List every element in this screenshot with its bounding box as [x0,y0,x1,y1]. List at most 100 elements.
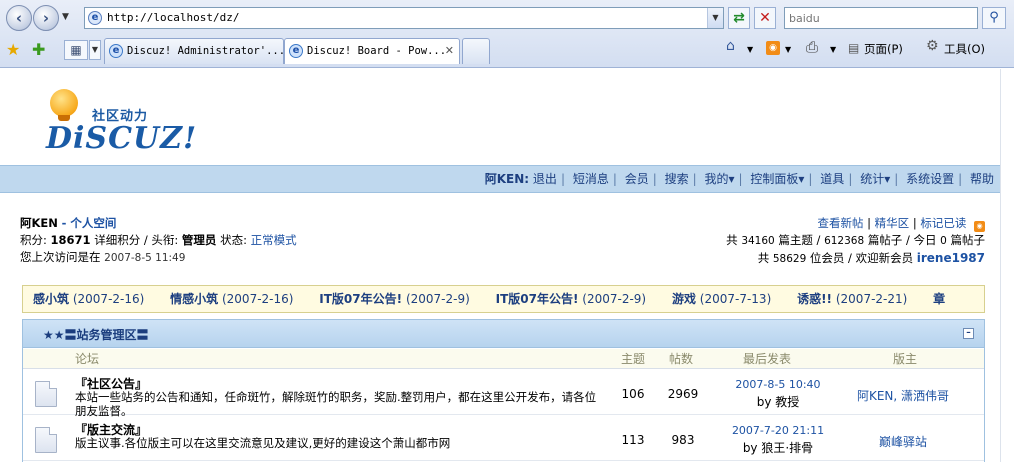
tools-menu[interactable]: 工具(O) [944,41,985,57]
quick-tabs-icon[interactable]: ▦ [64,40,88,60]
col-forum-header: 论坛 [75,352,100,366]
forum-topic-count: 113 [621,433,645,447]
top-navigation: 阿KEN: 退出 | 短消息 | 会员 | 搜索 | 我的▾ | 控制面板▾ | 道具 | 统… [0,165,1000,193]
refresh-icon[interactable]: ⇄ [728,7,750,29]
col-last-post-header: 最后发表 [743,352,792,366]
ie-page-icon: e [109,44,123,58]
digest-link[interactable]: 精华区 [875,216,910,230]
home-dropdown-icon[interactable]: ▼ [747,45,753,54]
nav-system-settings[interactable]: 系统设置 [906,172,954,186]
announcement-item[interactable]: IT版07年公告! (2007-2-9) [319,286,470,312]
add-favorite-icon[interactable]: ✚ [32,40,45,59]
page-menu[interactable]: 页面(P) [864,41,903,57]
category-header: ★★〓站务管理区〓 – [23,320,984,348]
title-label: / 头衔: [143,233,179,247]
today-label: 篇帖子 [950,233,986,247]
announcement-item[interactable]: 游戏 (2007-7-13) [672,286,771,312]
favorites-star-icon[interactable]: ★ [6,40,20,59]
search-input[interactable] [784,7,978,29]
moderator-links[interactable]: 巅峰驿站 [843,433,963,450]
print-dropdown-icon[interactable]: ▼ [830,45,836,54]
forum-row: 『版主交流』 版主议事.各位版主可以在这里交流意见及建议,更好的建设这个萧山都市… [23,417,984,461]
last-visit-time: 2007-8-5 11:49 [104,252,186,264]
by-label: by [742,441,758,455]
announcement-item[interactable]: 章 [933,286,945,312]
nav-props[interactable]: 道具 [820,172,844,186]
last-post-time-link[interactable]: 2007-8-5 10:40 [713,378,843,391]
col-posts-header: 帖数 [669,352,694,366]
rss-icon[interactable]: ◉ [974,221,985,232]
credits-detail-link[interactable]: 详细积分 [94,233,140,247]
nav-messages[interactable]: 短消息 [573,172,609,186]
page-content: 社区动力 DiSCUZ! 阿KEN: 退出 | 短消息 | 会员 | 搜索 | 我的▾ |… [0,69,1014,462]
mark-read-link[interactable]: 标记已读 [920,216,966,230]
last-post-author: by 狼王·排骨 [713,439,843,456]
forum-status-icon [35,381,57,407]
announcement-item[interactable]: 感小筑 (2007-2-16) [33,286,144,312]
nav-help[interactable]: 帮助 [970,172,994,186]
address-bar[interactable]: e http://localhost/dz/ ▼ [84,7,724,29]
page-icon: e [88,11,102,25]
collapse-icon[interactable]: – [963,328,974,339]
forum-post-count: 983 [671,433,695,447]
member-count: 58629 [772,253,807,265]
home-icon[interactable]: ⌂ [726,38,735,54]
topic-count: 34160 [741,235,775,247]
announcement-item[interactable]: 情感小筑 (2007-2-16) [170,286,293,312]
stop-icon[interactable]: ✕ [754,7,776,29]
nav-my[interactable]: 我的▾ [704,172,734,186]
status-mode-link[interactable]: 正常模式 [251,233,297,247]
credits-value: 18671 [50,233,91,247]
history-dropdown-icon[interactable]: ▼ [62,12,69,22]
total-prefix: 共 [726,233,738,247]
forum-category-block: ★★〓站务管理区〓 – 论坛 主题 帖数 最后发表 版主 『社区公告』 本站一些… [22,319,985,462]
rss-dropdown-icon[interactable]: ▼ [785,45,791,54]
nav-control-panel[interactable]: 控制面板▾ [750,172,804,186]
personal-space-link[interactable]: - 个人空间 [62,216,117,230]
title-value: 管理员 [181,233,217,247]
col-topics-header: 主题 [621,352,646,366]
tab-admin[interactable]: e Discuz! Administrator'... [104,38,284,64]
tab-list-dropdown-icon[interactable]: ▼ [89,40,101,60]
discuz-logo[interactable]: 社区动力 DiSCUZ! [44,87,196,159]
forum-topic-count: 106 [621,387,645,401]
col-moderators-header: 版主 [893,352,918,366]
tab-board[interactable]: e Discuz! Board - Pow... ✕ [284,38,460,64]
address-url[interactable]: http://localhost/dz/ [107,11,239,24]
view-new-posts-link[interactable]: 查看新帖 [817,216,863,230]
search-icon[interactable]: ⚲ [982,7,1006,29]
tab-label: Discuz! Administrator'... [127,45,284,57]
nav-search[interactable]: 搜索 [665,172,689,186]
announcement-item[interactable]: IT版07年公告! (2007-2-9) [496,286,647,312]
tab-label: Discuz! Board - Pow... [307,45,447,57]
nav-logout[interactable]: 退出 [533,172,557,186]
last-post-user-link[interactable]: 教授 [775,395,799,409]
address-dropdown-icon[interactable]: ▼ [707,8,723,28]
user-panel: 阿KEN - 个人空间 积分: 18671 详细积分 / 头衔: 管理员 状态:… [20,215,440,267]
ie-page-icon: e [289,44,303,58]
nav-stats[interactable]: 统计▾ [860,172,890,186]
forum-row: 『社区公告』 本站一些站务的公告和通知，任命斑竹，解除斑竹的职务，奖励.整罚用户… [23,371,984,418]
vertical-scrollbar[interactable] [1000,69,1014,462]
gear-icon: ⚙ [926,38,939,54]
last-post-user-link[interactable]: 狼王·排骨 [761,441,813,455]
print-icon[interactable]: ⎙ [806,38,818,56]
close-tab-icon[interactable]: ✕ [445,39,454,63]
category-title[interactable]: ★★〓站务管理区〓 [43,326,149,343]
moderator-links[interactable]: 阿KEN, 潇洒伟哥 [843,387,963,404]
credits-label: 积分: [20,233,47,247]
user-name[interactable]: 阿KEN [20,216,58,230]
column-headers: 论坛 主题 帖数 最后发表 版主 [23,349,984,369]
today-count: 0 [940,235,947,247]
last-post-time-link[interactable]: 2007-7-20 21:11 [713,424,843,437]
announcement-item[interactable]: 诱惑!! (2007-2-21) [797,286,907,312]
nav-username[interactable]: 阿KEN: [485,172,529,186]
last-visit-label: 您上次访问是在 [20,250,101,264]
nav-members[interactable]: 会员 [625,172,649,186]
forward-arrow-icon[interactable]: › [33,5,59,31]
back-arrow-icon[interactable]: ‹ [6,5,32,31]
rss-feed-icon[interactable]: ◉ [766,41,780,55]
newest-member-link[interactable]: irene1987 [917,251,985,265]
topics-label: 篇主题 / [778,233,821,247]
new-tab-button[interactable] [462,38,490,64]
